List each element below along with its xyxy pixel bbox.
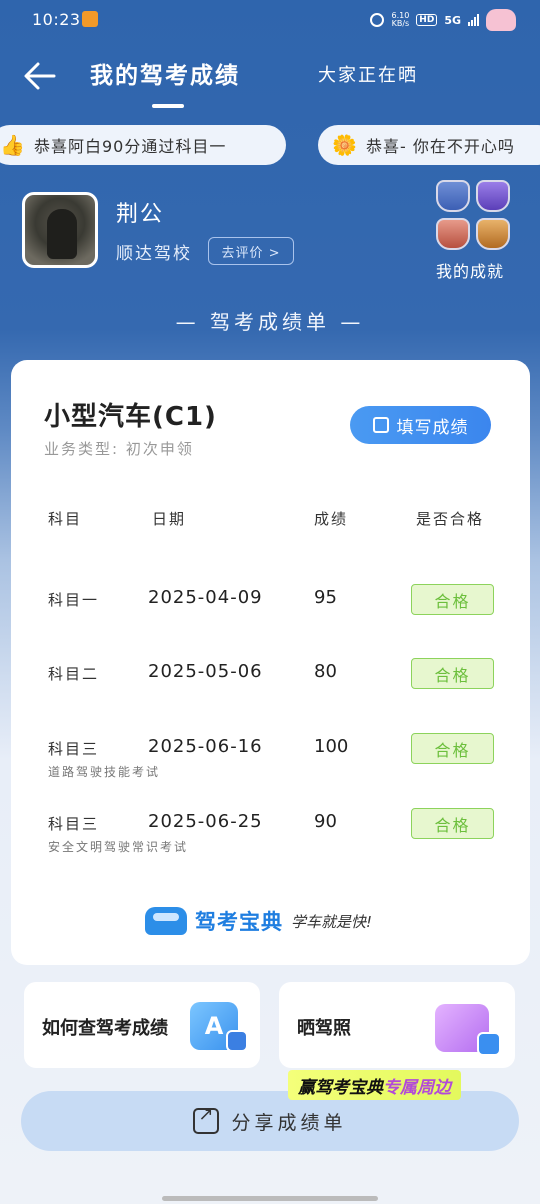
congrats-banner-item[interactable]: 👍 恭喜阿白90分通过科目一 — [0, 125, 286, 165]
promo-text-1: 赢驾考宝典 — [298, 1077, 383, 1098]
status-icons: 6.10 KB/s HD 5G — [370, 9, 516, 31]
col-header-subject: 科目 — [48, 510, 83, 528]
bow-icon — [486, 9, 516, 31]
rate-school-button[interactable]: 去评价 > — [208, 237, 294, 265]
col-header-score: 成绩 — [314, 510, 349, 528]
row-date: 2025-04-09 — [148, 587, 263, 608]
row-score: 80 — [314, 661, 337, 682]
row-date: 2025-06-16 — [148, 736, 263, 757]
vehicle-type: 小型汽车(C1) — [44, 402, 217, 432]
signal-icon — [468, 14, 479, 26]
app-notification-icon — [82, 11, 98, 27]
badge-icon — [476, 218, 510, 250]
network-type: 5G — [444, 13, 461, 27]
pass-badge: 合格 — [411, 733, 494, 764]
how-to-query-card[interactable]: 如何查驾考成绩 A — [24, 982, 260, 1068]
share-scorecard-button[interactable]: 分享成绩单 — [21, 1091, 519, 1151]
row-subject: 科目一 — [48, 591, 100, 609]
car-logo-icon — [145, 907, 187, 935]
search-icon — [226, 1030, 248, 1052]
how-to-query-label: 如何查驾考成绩 — [42, 1018, 168, 1039]
flower-icon: 🌼 — [332, 133, 358, 157]
fill-score-button[interactable]: 填写成绩 — [350, 406, 491, 444]
fill-score-label: 填写成绩 — [396, 417, 469, 438]
thumbs-up-icon: 👍 — [0, 133, 26, 157]
promo-text-2: 专属周边 — [383, 1077, 451, 1098]
row-subject: 科目三 — [48, 740, 100, 758]
row-subject: 科目二 — [48, 665, 100, 683]
row-note: 安全文明驾驶常识考试 — [48, 840, 189, 854]
row-score: 95 — [314, 587, 337, 608]
row-score: 100 — [314, 736, 349, 757]
col-header-pass: 是否合格 — [416, 510, 485, 528]
home-indicator[interactable] — [162, 1196, 378, 1201]
achievements-label[interactable]: 我的成就 — [436, 258, 504, 282]
back-arrow-icon[interactable] — [22, 58, 58, 94]
row-date: 2025-06-25 — [148, 811, 263, 832]
network-speed: 6.10 KB/s — [391, 11, 410, 28]
share-license-label: 晒驾照 — [297, 1018, 351, 1039]
pass-badge: 合格 — [411, 658, 494, 689]
row-score: 90 — [314, 811, 337, 832]
status-bar: 10:23 6.10 KB/s HD 5G — [0, 0, 540, 40]
user-name: 荆公 — [116, 202, 165, 227]
badge-icon — [476, 180, 510, 212]
camera-icon — [477, 1032, 501, 1056]
pass-badge: 合格 — [411, 808, 494, 839]
row-date: 2025-05-06 — [148, 661, 263, 682]
share-label: 分享成绩单 — [231, 1111, 347, 1134]
brand-slogan: 学车就是快! — [291, 912, 373, 931]
business-type: 业务类型: 初次申领 — [44, 440, 194, 458]
status-time: 10:23 — [32, 10, 81, 29]
hd-icon: HD — [416, 14, 438, 26]
congrats-text: 恭喜- 你在不开心吗 — [366, 137, 515, 156]
tab-everyone-sharing[interactable]: 大家正在晒 — [318, 61, 418, 87]
badge-icon — [436, 218, 470, 250]
section-title: — 驾考成绩单 — — [175, 310, 365, 334]
brand-name: 驾考宝典 — [195, 910, 283, 934]
row-subject: 科目三 — [48, 815, 100, 833]
share-icon — [193, 1104, 220, 1134]
brand-logo: 驾考宝典 学车就是快! — [145, 906, 372, 936]
driving-school: 顺达驾校 — [116, 244, 192, 264]
congrats-text: 恭喜阿白90分通过科目一 — [34, 137, 227, 156]
achievement-badges[interactable] — [436, 180, 512, 250]
col-header-date: 日期 — [152, 510, 187, 528]
avatar[interactable] — [22, 192, 98, 268]
badge-icon — [436, 180, 470, 212]
tab-my-scores[interactable]: 我的驾考成绩 — [90, 56, 240, 90]
pass-badge: 合格 — [411, 584, 494, 615]
promo-banner[interactable]: 赢驾考宝典 专属周边 — [288, 1070, 461, 1100]
active-tab-indicator — [152, 104, 184, 108]
row-note: 道路驾驶技能考试 — [48, 765, 161, 779]
alarm-icon — [370, 13, 385, 27]
share-license-card[interactable]: 晒驾照 — [279, 982, 515, 1068]
congrats-banner-item[interactable]: 🌼 恭喜- 你在不开心吗 — [318, 125, 540, 165]
edit-icon — [372, 417, 389, 433]
